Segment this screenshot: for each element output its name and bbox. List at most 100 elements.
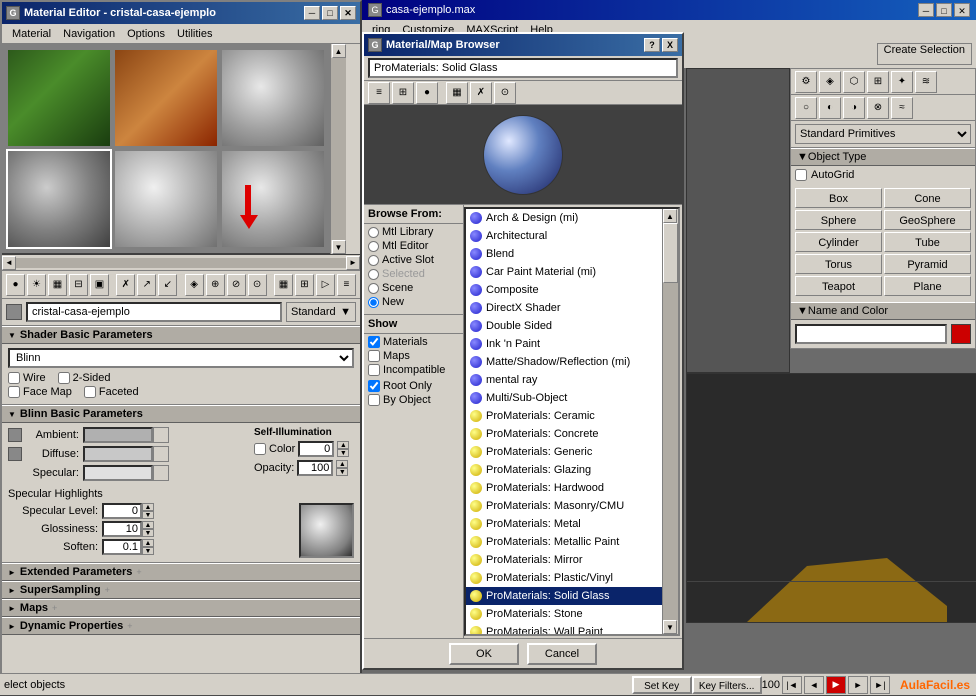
list-item[interactable]: ProMaterials: Plastic/Vinyl xyxy=(466,569,662,587)
tb-checker-icon[interactable]: ▦ xyxy=(274,274,293,296)
tb-scene-icon[interactable]: ◈ xyxy=(185,274,204,296)
obj-btn-box[interactable]: Box xyxy=(795,188,882,208)
tb-sphere-icon[interactable]: ● xyxy=(6,274,25,296)
tb-nav-icon[interactable]: ⊞ xyxy=(295,274,314,296)
obj-btn-plane[interactable]: Plane xyxy=(884,276,971,296)
browser-search-input[interactable] xyxy=(368,58,678,78)
name-color-input[interactable] xyxy=(795,324,947,344)
shader-type-select[interactable]: Blinn xyxy=(8,348,354,368)
preview-cell-3[interactable] xyxy=(220,48,326,148)
list-item[interactable]: ProMaterials: Hardwood xyxy=(466,479,662,497)
list-item[interactable]: Ink 'n Paint xyxy=(466,335,662,353)
h-scroll-left[interactable]: ◄ xyxy=(2,256,16,270)
list-item[interactable]: ProMaterials: Metallic Paint xyxy=(466,533,662,551)
menu-options[interactable]: Options xyxy=(121,26,171,42)
tb-sample-icon[interactable]: ⊟ xyxy=(69,274,88,296)
browser-close-btn[interactable]: X xyxy=(662,38,678,52)
gloss-input[interactable] xyxy=(102,521,142,537)
illum-spin-down[interactable]: ▼ xyxy=(337,449,349,457)
rt-btn-5[interactable]: ✦ xyxy=(891,71,913,93)
diffuse-btn[interactable] xyxy=(153,446,169,462)
list-scroll-track[interactable] xyxy=(663,223,678,620)
ext-params-header[interactable]: ► Extended Parameters + xyxy=(2,563,360,581)
primitives-select[interactable]: Standard Primitives xyxy=(795,124,971,144)
rt-btn-8[interactable]: ◐ xyxy=(819,97,841,119)
list-item[interactable]: ProMaterials: Metal xyxy=(466,515,662,533)
show-rootonly-check[interactable] xyxy=(368,380,380,392)
spec-level-up[interactable]: ▲ xyxy=(142,503,154,511)
list-item[interactable]: ProMaterials: Stone xyxy=(466,605,662,623)
maps-header[interactable]: ► Maps + xyxy=(2,599,360,617)
tb-delete-icon[interactable]: ✗ xyxy=(116,274,135,296)
prev-frame-btn[interactable]: ◄ xyxy=(804,676,824,694)
soften-input[interactable] xyxy=(102,539,142,555)
facemap-checkbox[interactable] xyxy=(8,386,20,398)
obj-btn-tube[interactable]: Tube xyxy=(884,232,971,252)
bt-groups-icon[interactable]: ▦ xyxy=(446,82,468,104)
color-swatch[interactable] xyxy=(951,324,971,344)
show-maps-check[interactable] xyxy=(368,350,380,362)
list-item[interactable]: mental ray xyxy=(466,371,662,389)
list-item[interactable]: ProMaterials: Masonry/CMU xyxy=(466,497,662,515)
list-item[interactable]: ProMaterials: Concrete xyxy=(466,425,662,443)
tb-video-icon[interactable]: ▣ xyxy=(90,274,109,296)
supersampling-header[interactable]: ► SuperSampling + xyxy=(2,581,360,599)
show-incompatible-check[interactable] xyxy=(368,364,380,376)
key-filters-btn[interactable]: Key Filters... xyxy=(692,676,762,694)
mat-name-input[interactable] xyxy=(26,302,282,322)
opacity-spin-up[interactable]: ▲ xyxy=(336,460,348,468)
specular-btn[interactable] xyxy=(153,465,169,481)
list-scroll-down[interactable]: ▼ xyxy=(663,620,677,634)
browser-help-btn[interactable]: ? xyxy=(644,38,660,52)
rt-btn-11[interactable]: ≈ xyxy=(891,97,913,119)
obj-btn-pyramid[interactable]: Pyramid xyxy=(884,254,971,274)
tb-bg-icon[interactable]: ▦ xyxy=(48,274,67,296)
app-win-btn-max[interactable]: □ xyxy=(936,3,952,17)
show-byobject-check[interactable] xyxy=(368,394,380,406)
last-frame-btn[interactable]: ►| xyxy=(870,676,890,694)
browser-cancel-btn[interactable]: Cancel xyxy=(527,643,597,665)
list-item[interactable]: ProMaterials: Wall Paint xyxy=(466,623,662,634)
obj-btn-torus[interactable]: Torus xyxy=(795,254,882,274)
rt-btn-3[interactable]: ⬡ xyxy=(843,71,865,93)
list-item[interactable]: Blend xyxy=(466,245,662,263)
tb-light-icon[interactable]: ☀ xyxy=(27,274,46,296)
h-scroll-right[interactable]: ► xyxy=(346,256,360,270)
tb-pick-icon[interactable]: ⊘ xyxy=(227,274,246,296)
tb-load-icon[interactable]: ↗ xyxy=(137,274,156,296)
gloss-up[interactable]: ▲ xyxy=(142,521,154,529)
list-item[interactable]: Double Sided xyxy=(466,317,662,335)
scroll-up-btn[interactable]: ▲ xyxy=(332,44,346,58)
list-item[interactable]: ProMaterials: Ceramic xyxy=(466,407,662,425)
diffuse-color[interactable] xyxy=(83,446,153,462)
show-materials-check[interactable] xyxy=(368,336,380,348)
rt-btn-7[interactable]: ○ xyxy=(795,97,817,119)
mat-type-dropdown[interactable]: Standard ▼ xyxy=(286,302,356,322)
autogrid-check[interactable] xyxy=(795,169,807,181)
rt-btn-1[interactable]: ⚙ xyxy=(795,71,817,93)
menu-material[interactable]: Material xyxy=(6,26,57,42)
rt-btn-2[interactable]: ◈ xyxy=(819,71,841,93)
mat-editor-max-btn[interactable]: □ xyxy=(322,6,338,20)
twosided-checkbox[interactable] xyxy=(58,372,70,384)
next-frame-btn[interactable]: ► xyxy=(848,676,868,694)
list-scroll-up[interactable]: ▲ xyxy=(663,209,677,223)
menu-navigation[interactable]: Navigation xyxy=(57,26,121,42)
spec-level-input[interactable] xyxy=(102,503,142,519)
preview-cell-1[interactable] xyxy=(6,48,112,148)
list-item[interactable]: Multi/Sub-Object xyxy=(466,389,662,407)
list-item[interactable]: ProMaterials: Mirror xyxy=(466,551,662,569)
list-item[interactable]: Arch & Design (mi) xyxy=(466,209,662,227)
scroll-track[interactable] xyxy=(331,58,346,240)
obj-btn-cone[interactable]: Cone xyxy=(884,188,971,208)
preview-cell-6[interactable] xyxy=(220,149,326,249)
tb-save-icon[interactable]: ↙ xyxy=(158,274,177,296)
list-item[interactable]: ProMaterials: Solid Glass xyxy=(466,587,662,605)
bt-delete-icon[interactable]: ✗ xyxy=(470,82,492,104)
faceted-checkbox[interactable] xyxy=(84,386,96,398)
obj-btn-cylinder[interactable]: Cylinder xyxy=(795,232,882,252)
gloss-down[interactable]: ▼ xyxy=(142,529,154,537)
h-scroll-track[interactable] xyxy=(16,258,346,268)
illum-spin-up[interactable]: ▲ xyxy=(337,441,349,449)
tb-render-icon[interactable]: ▷ xyxy=(316,274,335,296)
